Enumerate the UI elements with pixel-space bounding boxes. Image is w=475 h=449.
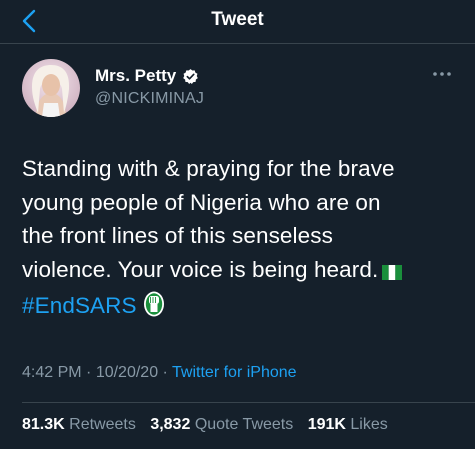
tweet-source-link[interactable]: Twitter for iPhone [172, 364, 297, 381]
quote-tweets-stat[interactable]: 3,832 Quote Tweets [150, 416, 293, 434]
tweet-line: violence. Your voice is being heard. [22, 256, 379, 282]
tweet-line: young people of Nigeria who are on [22, 189, 381, 215]
top-bar: Tweet [0, 0, 475, 44]
meta-separator: · [81, 364, 96, 381]
likes-label: Likes [350, 416, 388, 433]
meta-separator: · [158, 364, 173, 381]
likes-count: 191K [307, 416, 346, 433]
tweet-line: Standing with & praying for the brave [22, 156, 395, 181]
more-dots-icon [433, 72, 451, 76]
more-options-button[interactable] [431, 66, 453, 82]
display-name[interactable]: Mrs. Petty [95, 66, 176, 86]
page-title: Tweet [211, 9, 264, 30]
avatar[interactable] [22, 59, 80, 117]
tweet-line: the front lines of this senseless [22, 223, 333, 248]
divider [22, 402, 475, 403]
tweet-date[interactable]: 10/20/20 [96, 364, 158, 381]
handle[interactable]: @NICKIMINAJ [95, 90, 204, 108]
tweet-time[interactable]: 4:42 PM [22, 364, 82, 381]
likes-stat[interactable]: 191K Likes [308, 416, 388, 434]
quote-tweets-count: 3,832 [150, 416, 191, 433]
avatar-image [22, 59, 80, 117]
tweet-text: Standing with & praying for the brave yo… [22, 152, 462, 327]
hashtag-line: #EndSARS [22, 289, 462, 327]
author-info: Mrs. Petty @NICKIMINAJ [95, 66, 204, 108]
display-name-row: Mrs. Petty [95, 66, 204, 86]
quote-tweets-label: Quote Tweets [194, 416, 294, 433]
tweet-meta: 4:42 PM · 10/20/20 · Twitter for iPhone [22, 364, 297, 382]
nigeria-flag-icon [382, 256, 403, 290]
engagement-stats: 81.3K Retweets 3,832 Quote Tweets 191K L… [22, 416, 398, 434]
retweets-count: 81.3K [22, 416, 65, 433]
tweet-line-with-flag: violence. Your voice is being heard. [22, 253, 462, 290]
retweets-stat[interactable]: 81.3K Retweets [22, 416, 136, 434]
endsars-fist-icon [143, 291, 165, 327]
hashtag-link[interactable]: #EndSARS [22, 293, 137, 318]
retweets-label: Retweets [69, 416, 136, 433]
verified-badge-icon [183, 68, 199, 84]
